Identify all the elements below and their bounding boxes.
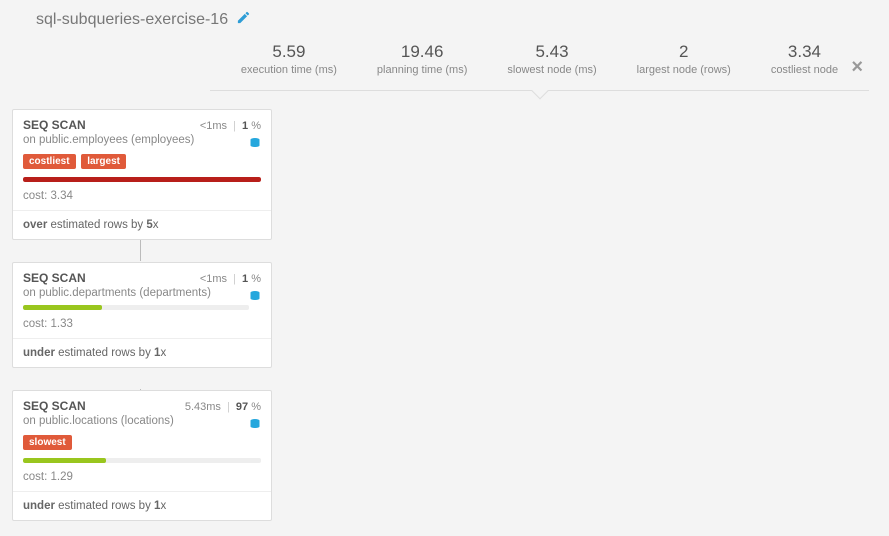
node-operation: SEQ SCAN — [23, 118, 86, 132]
estimate-text: estimated rows by — [47, 219, 146, 231]
stats-bar: 5.59 execution time (ms) 19.46 planning … — [210, 42, 869, 91]
progress-fill — [23, 458, 106, 463]
node-metrics: 5.43ms | 97 % — [185, 401, 261, 413]
stat-planning-time[interactable]: 19.46 planning time (ms) — [377, 42, 467, 76]
node-header: SEQ SCAN <1ms | 1 % — [23, 271, 261, 285]
node-operation: SEQ SCAN — [23, 271, 86, 285]
cost-label: cost: — [23, 318, 47, 330]
stat-slowest-node[interactable]: 5.43 slowest node (ms) — [507, 42, 596, 76]
stat-value: 19.46 — [377, 42, 467, 62]
node-time: <1 — [200, 273, 213, 285]
node-metrics: <1ms | 1 % — [200, 120, 261, 132]
stat-value: 3.34 — [771, 42, 838, 62]
progress-fill — [23, 177, 261, 182]
node-cost: cost: 3.34 — [23, 190, 261, 202]
stat-label: largest node (rows) — [637, 64, 731, 76]
stat-value: 5.43 — [507, 42, 596, 62]
node-connector — [140, 239, 141, 261]
stat-label: slowest node (ms) — [507, 64, 596, 76]
node-header: SEQ SCAN <1ms | 1 % — [23, 118, 261, 132]
stat-label: planning time (ms) — [377, 64, 467, 76]
stat-largest-node[interactable]: 2 largest node (rows) — [637, 42, 731, 76]
node-header: SEQ SCAN 5.43ms | 97 % — [23, 399, 261, 413]
plan-node-card[interactable]: SEQ SCAN <1ms | 1 % on public.employees … — [12, 109, 272, 240]
cost-label: cost: — [23, 471, 47, 483]
node-estimate: under estimated rows by 1x — [23, 500, 261, 512]
progress-bar — [23, 458, 261, 463]
divider — [13, 338, 271, 339]
tag-largest: largest — [81, 154, 126, 169]
stat-value: 5.59 — [241, 42, 337, 62]
node-time-unit: ms — [212, 273, 227, 285]
stat-execution-time[interactable]: 5.59 execution time (ms) — [241, 42, 337, 76]
node-tags: costliest largest — [23, 152, 261, 169]
node-cost: cost: 1.29 — [23, 471, 261, 483]
estimate-direction: under — [23, 347, 55, 359]
divider — [13, 210, 271, 211]
divider — [13, 491, 271, 492]
estimate-direction: over — [23, 219, 47, 231]
node-time: 5.43 — [185, 401, 206, 413]
node-operation: SEQ SCAN — [23, 399, 86, 413]
progress-fill — [23, 305, 102, 310]
divider-icon: | — [233, 120, 236, 132]
plan-nodes: SEQ SCAN <1ms | 1 % on public.employees … — [0, 109, 889, 521]
close-icon[interactable]: × — [851, 56, 863, 79]
node-target: on public.departments (departments) — [23, 287, 261, 299]
database-icon[interactable] — [249, 289, 261, 306]
node-metrics: <1ms | 1 % — [200, 273, 261, 285]
node-percent: 1 — [242, 273, 248, 285]
node-time-unit: ms — [212, 120, 227, 132]
page-title-row: sql-subqueries-exercise-16 — [0, 0, 889, 38]
node-percent: 1 — [242, 120, 248, 132]
node-cost: cost: 1.33 — [23, 318, 261, 330]
caret-down-icon — [531, 83, 548, 100]
estimate-factor: 1 — [154, 347, 160, 359]
cost-value: 3.34 — [51, 190, 73, 202]
plan-node-card[interactable]: SEQ SCAN <1ms | 1 % on public.department… — [12, 262, 272, 368]
estimate-text: estimated rows by — [55, 347, 154, 359]
node-estimate: over estimated rows by 5x — [23, 219, 261, 231]
cost-label: cost: — [23, 190, 47, 202]
node-estimate: under estimated rows by 1x — [23, 347, 261, 359]
stat-value: 2 — [637, 42, 731, 62]
database-icon[interactable] — [249, 136, 261, 153]
tag-costliest: costliest — [23, 154, 76, 169]
stat-label: execution time (ms) — [241, 64, 337, 76]
edit-icon[interactable] — [236, 10, 251, 30]
estimate-direction: under — [23, 500, 55, 512]
plan-node-card[interactable]: SEQ SCAN 5.43ms | 97 % on public.locatio… — [12, 390, 272, 521]
node-time: <1 — [200, 120, 213, 132]
cost-value: 1.29 — [51, 471, 73, 483]
node-tags: slowest — [23, 433, 261, 450]
divider-icon: | — [233, 273, 236, 285]
stat-costliest-node[interactable]: 3.34 costliest node — [771, 42, 838, 76]
cost-value: 1.33 — [51, 318, 73, 330]
node-percent: 97 — [236, 401, 248, 413]
progress-bar — [23, 305, 249, 310]
node-target: on public.locations (locations) — [23, 415, 261, 427]
estimate-factor: 1 — [154, 500, 160, 512]
estimate-factor: 5 — [146, 219, 152, 231]
progress-bar — [23, 177, 261, 182]
estimate-text: estimated rows by — [55, 500, 154, 512]
database-icon[interactable] — [249, 417, 261, 434]
page-title: sql-subqueries-exercise-16 — [36, 11, 228, 29]
stat-label: costliest node — [771, 64, 838, 76]
node-time-unit: ms — [206, 401, 221, 413]
divider-icon: | — [227, 401, 230, 413]
node-target: on public.employees (employees) — [23, 134, 261, 146]
tag-slowest: slowest — [23, 435, 72, 450]
